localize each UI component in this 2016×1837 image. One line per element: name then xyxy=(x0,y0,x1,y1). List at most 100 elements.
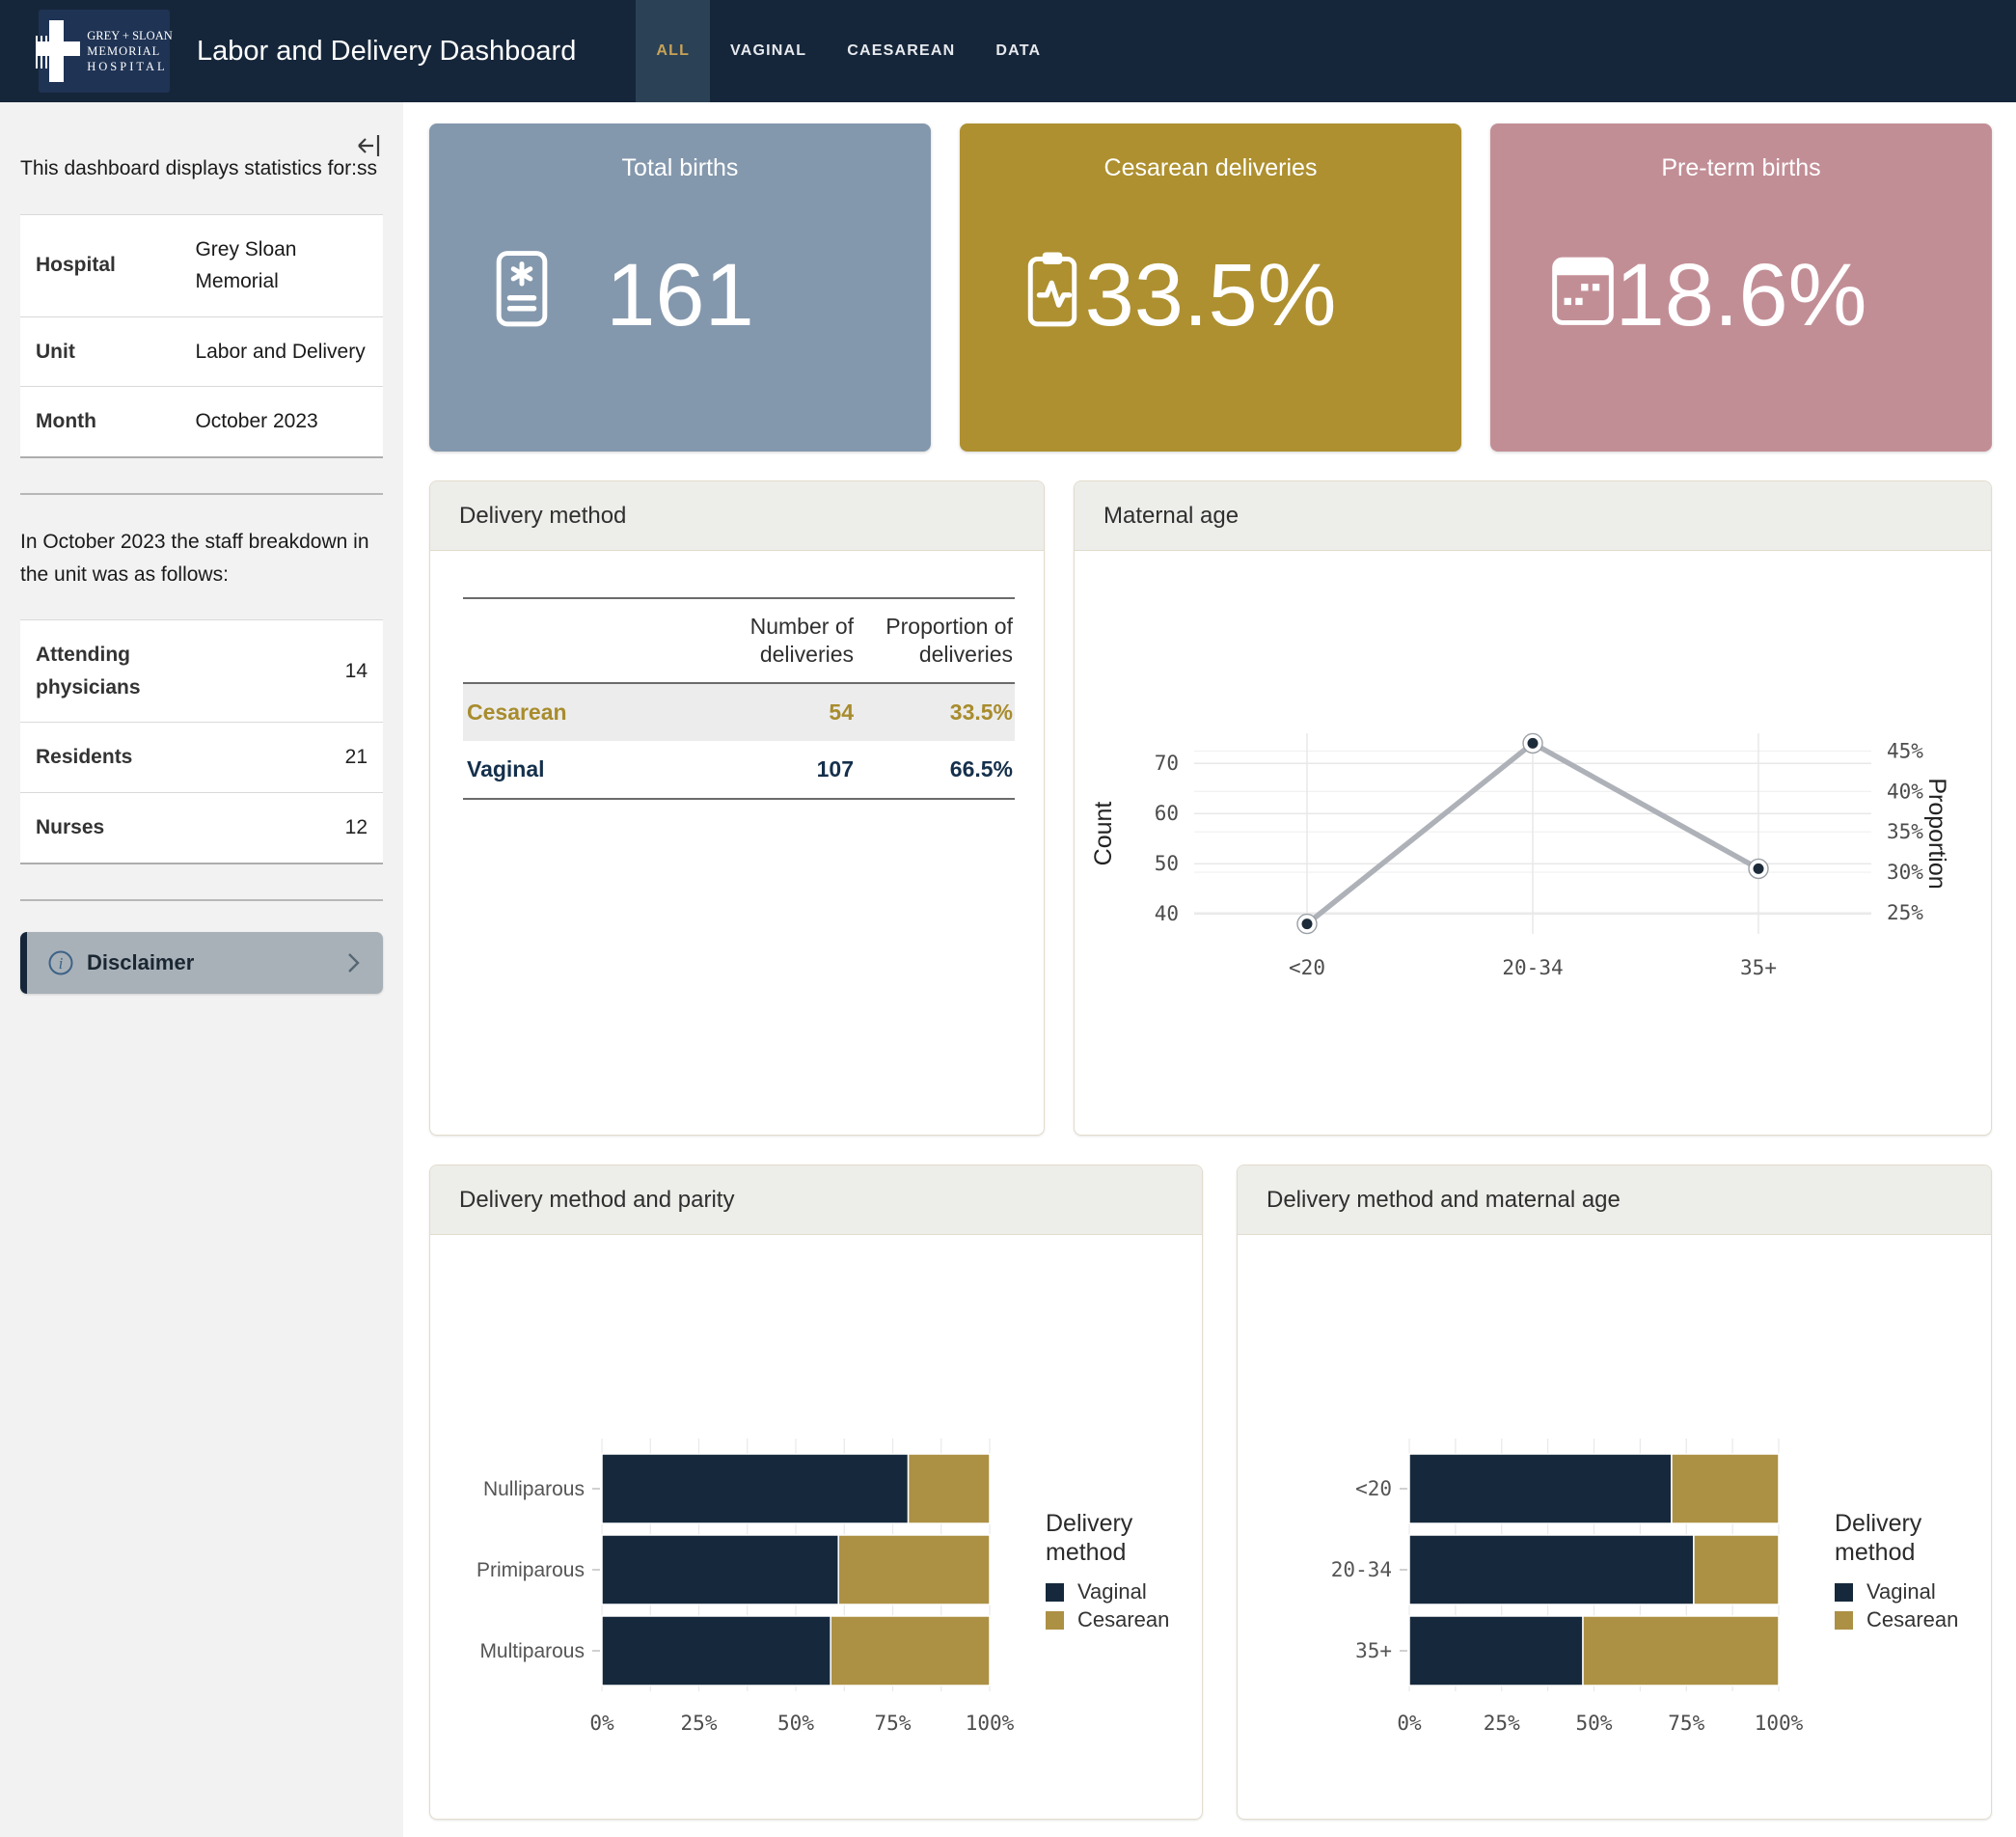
value-box-title: Cesarean deliveries xyxy=(960,154,1461,182)
delivery-age-card: Delivery method and maternal age <2020-3… xyxy=(1237,1165,1992,1820)
staff-label: Attending physicians xyxy=(20,620,179,723)
svg-text:25%: 25% xyxy=(1887,901,1923,924)
table-row: Unit Labor and Delivery xyxy=(20,316,383,387)
svg-text:50%: 50% xyxy=(1576,1712,1613,1735)
svg-text:40: 40 xyxy=(1155,902,1179,925)
svg-text:<20: <20 xyxy=(1289,956,1325,979)
delivery-method-card: Delivery method Number of deliveries Pro… xyxy=(429,480,1045,1136)
table-row: Hospital Grey Sloan Memorial xyxy=(20,214,383,316)
svg-text:25%: 25% xyxy=(1484,1712,1520,1735)
staff-value: 21 xyxy=(179,723,383,793)
value-box-value: 18.6% xyxy=(1490,245,1992,346)
svg-text:20-34: 20-34 xyxy=(1502,956,1563,979)
value-box-value: 161 xyxy=(429,245,931,346)
svg-text:75%: 75% xyxy=(875,1712,912,1735)
table-row: Month October 2023 xyxy=(20,387,383,457)
app-title: Labor and Delivery Dashboard xyxy=(197,36,576,68)
value-box-preterm: Pre-term births 18.6% xyxy=(1490,123,1992,452)
staff-table: Attending physicians 14 Residents 21 Nur… xyxy=(20,619,383,864)
info-value: Labor and Delivery xyxy=(179,316,383,387)
col-header: Proportion of deliveries xyxy=(856,598,1015,683)
svg-text:Count: Count xyxy=(1090,802,1117,866)
table-row-cesarean: Cesarean 54 33.5% xyxy=(463,683,1015,741)
svg-text:Cesarean: Cesarean xyxy=(1077,1607,1169,1631)
value-box-row: Total births 161 Cesarean deliveries xyxy=(429,123,1992,452)
info-value: October 2023 xyxy=(179,387,383,457)
cross-icon xyxy=(36,20,80,82)
tab-caesarean[interactable]: CAESAREAN xyxy=(827,0,975,102)
delivery-parity-card: Delivery method and parity Nulliparous Pr… xyxy=(429,1165,1203,1820)
sidebar: This dashboard displays statistics for:s… xyxy=(0,102,403,1837)
svg-text:Multiparous: Multiparous xyxy=(479,1640,585,1662)
svg-text:100%: 100% xyxy=(966,1712,1015,1735)
tab-all[interactable]: ALL xyxy=(636,0,710,102)
svg-text:Vaginal: Vaginal xyxy=(1866,1579,1936,1604)
svg-text:Cesarean: Cesarean xyxy=(1866,1607,1958,1631)
maternal-age-card: Maternal age 25%30%35%40%45%40506070<202… xyxy=(1074,480,1992,1136)
staff-intro: In October 2023 the staff breakdown in t… xyxy=(20,526,383,590)
logo-line1: GREY + SLOAN xyxy=(87,28,173,43)
svg-text:i: i xyxy=(59,954,64,973)
dashboard-page: GREY + SLOAN MEMORIAL HOSPITAL Labor and… xyxy=(0,0,2016,1837)
svg-text:75%: 75% xyxy=(1668,1712,1704,1735)
svg-text:60: 60 xyxy=(1155,802,1179,825)
delivery-parity-bar-chart[interactable]: Nulliparous Primiparous Multiparous 0% 25% 50… xyxy=(430,1235,1202,1819)
info-table: Hospital Grey Sloan Memorial Unit Labor … xyxy=(20,214,383,458)
info-label: Month xyxy=(20,387,179,457)
svg-text:Deliverymethod: Deliverymethod xyxy=(1046,1510,1133,1566)
value-box-title: Total births xyxy=(429,154,931,182)
delivery-age-bar-chart[interactable]: <2020-3435+0%25%50%75%100%Deliverymethod… xyxy=(1238,1235,1991,1819)
svg-text:100%: 100% xyxy=(1755,1712,1804,1735)
svg-text:30%: 30% xyxy=(1887,861,1923,884)
tab-vaginal[interactable]: VAGINAL xyxy=(710,0,827,102)
svg-text:70: 70 xyxy=(1155,752,1179,775)
col-header: Number of deliveries xyxy=(696,598,856,683)
logo-line3: HOSPITAL xyxy=(87,59,173,74)
hospital-logo: GREY + SLOAN MEMORIAL HOSPITAL xyxy=(39,10,170,93)
svg-text:Proportion: Proportion xyxy=(1923,778,1950,889)
svg-text:Nulliparous: Nulliparous xyxy=(483,1478,585,1500)
table-row: Nurses 12 xyxy=(20,792,383,863)
svg-text:35+: 35+ xyxy=(1740,956,1777,979)
sidebar-collapse-icon[interactable] xyxy=(355,131,382,171)
svg-text:0%: 0% xyxy=(589,1712,614,1735)
svg-text:40%: 40% xyxy=(1887,780,1923,803)
svg-text:Vaginal: Vaginal xyxy=(1077,1579,1147,1604)
divider xyxy=(20,899,383,901)
value-box-total-births: Total births 161 xyxy=(429,123,931,452)
svg-text:0%: 0% xyxy=(1397,1712,1422,1735)
value-box-value: 33.5% xyxy=(960,245,1461,346)
divider xyxy=(20,493,383,495)
table-row: Attending physicians 14 xyxy=(20,620,383,723)
svg-text:35+: 35+ xyxy=(1355,1639,1392,1662)
svg-text:35%: 35% xyxy=(1887,820,1923,843)
card-title: Delivery method xyxy=(430,481,1044,551)
staff-value: 14 xyxy=(179,620,383,723)
table-row-vaginal: Vaginal 107 66.5% xyxy=(463,741,1015,799)
maternal-age-line-chart[interactable]: 25% 30% 35% 40% 45% 40 50 60 70 <20 20-34 35+ Count P… xyxy=(1075,551,1991,1135)
value-box-cesarean: Cesarean deliveries 33.5% xyxy=(960,123,1461,452)
svg-text:50: 50 xyxy=(1155,852,1179,875)
card-title: Delivery method and maternal age xyxy=(1238,1165,1991,1235)
nav-tabs: ALL VAGINAL CAESAREAN DATA xyxy=(636,0,1061,102)
svg-text:<20: <20 xyxy=(1355,1477,1392,1500)
svg-text:Primiparous: Primiparous xyxy=(477,1559,585,1581)
info-label: Unit xyxy=(20,316,179,387)
tab-data[interactable]: DATA xyxy=(975,0,1061,102)
svg-text:45%: 45% xyxy=(1887,739,1923,762)
svg-text:Deliverymethod: Deliverymethod xyxy=(1835,1510,1922,1566)
table-row: Residents 21 xyxy=(20,723,383,793)
staff-label: Nurses xyxy=(20,792,179,863)
disclaimer-accordion-button[interactable]: i Disclaimer xyxy=(20,932,383,994)
svg-text:25%: 25% xyxy=(681,1712,718,1735)
delivery-method-table: Number of deliveries Proportion of deliv… xyxy=(463,597,1015,800)
navbar: GREY + SLOAN MEMORIAL HOSPITAL Labor and… xyxy=(0,0,2016,102)
staff-value: 12 xyxy=(179,792,383,863)
table-header-row: Number of deliveries Proportion of deliv… xyxy=(463,598,1015,683)
chevron-right-icon xyxy=(344,950,362,975)
sidebar-intro: This dashboard displays statistics for:s… xyxy=(20,152,383,185)
card-title: Delivery method and parity xyxy=(430,1165,1202,1235)
info-value: Grey Sloan Memorial xyxy=(179,214,383,316)
value-box-title: Pre-term births xyxy=(1490,154,1992,182)
svg-text:50%: 50% xyxy=(777,1712,814,1735)
